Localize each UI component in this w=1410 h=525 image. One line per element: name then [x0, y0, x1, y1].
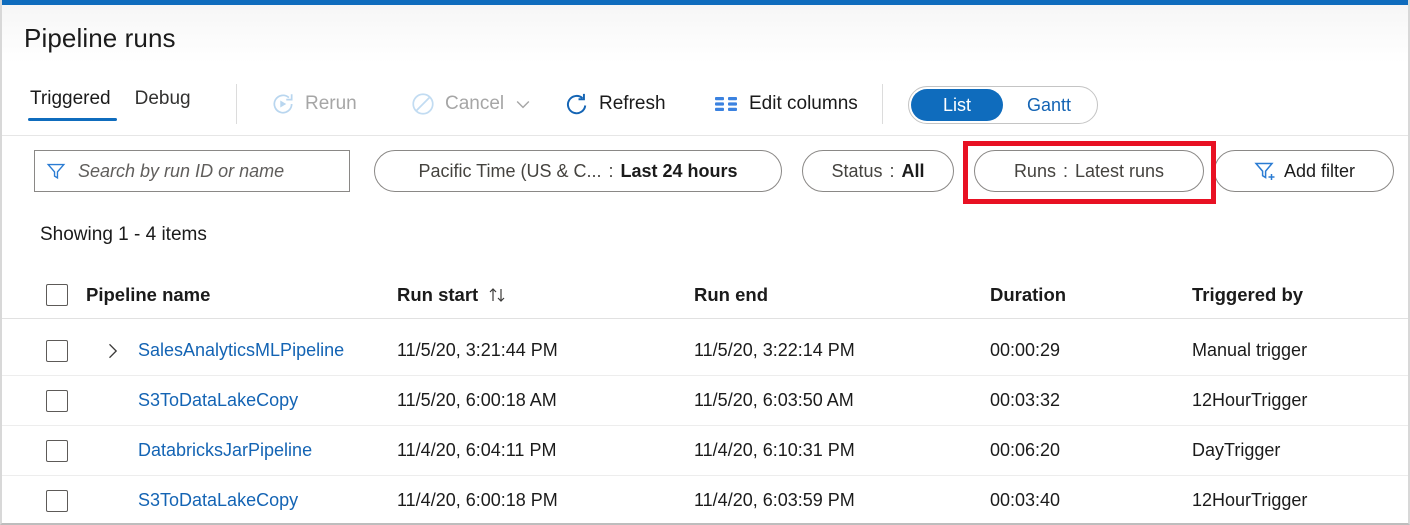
tab-list: Triggered Debug — [24, 80, 203, 121]
view-toggle-gantt-label: Gantt — [1026, 94, 1072, 115]
rerun-icon — [270, 91, 296, 117]
row-checkbox-cell — [46, 476, 68, 523]
triggered-by-value: DayTrigger — [1192, 440, 1281, 460]
add-filter-icon — [1253, 159, 1277, 183]
pipeline-runs-screen: Pipeline runs Triggered Debug Rerun Canc… — [0, 0, 1410, 525]
column-header-pipeline-name[interactable]: Pipeline name — [86, 272, 210, 318]
duration-value: 00:03:40 — [990, 490, 1061, 510]
view-toggle-gantt[interactable]: Gantt — [1003, 89, 1095, 121]
time-range-value: Last 24 hours — [620, 160, 738, 181]
row-checkbox[interactable] — [46, 439, 68, 462]
refresh-label: Refresh — [599, 93, 666, 114]
table-row[interactable]: SalesAnalyticsMLPipeline 11/5/20, 3:21:4… — [2, 326, 1408, 376]
run-start-value: 11/4/20, 6:00:18 PM — [397, 490, 558, 510]
row-checkbox-cell — [46, 376, 68, 425]
filter-funnel-icon — [45, 160, 67, 182]
view-mode-toggle: List Gantt — [908, 86, 1098, 124]
edit-columns-button[interactable]: Edit columns — [714, 86, 858, 122]
column-header-run-end[interactable]: Run end — [694, 272, 768, 318]
search-box — [34, 150, 350, 192]
pipeline-name-link[interactable]: SalesAnalyticsMLPipeline — [86, 326, 344, 375]
chevron-down-icon[interactable] — [513, 94, 533, 114]
runs-filter[interactable]: Runs : Latest runs — [974, 150, 1204, 192]
runs-value: Latest runs — [1074, 160, 1165, 181]
search-input[interactable] — [76, 159, 339, 183]
triggered-by-value: 12HourTrigger — [1192, 490, 1308, 510]
triggered-by-value: 12HourTrigger — [1192, 390, 1308, 410]
row-checkbox-cell — [46, 426, 68, 475]
cancel-label: Cancel — [445, 93, 505, 114]
row-checkbox[interactable] — [46, 389, 68, 412]
add-filter-label: Add filter — [1283, 160, 1356, 181]
tab-debug-label: Debug — [134, 88, 191, 109]
time-range-filter[interactable]: Pacific Time (US & C... : Last 24 hours — [374, 150, 782, 192]
status-sep: : — [889, 160, 895, 181]
command-bar: Triggered Debug Rerun Cancel Refresh Edi… — [2, 72, 1408, 136]
table-row[interactable]: S3ToDataLakeCopy 11/4/20, 6:00:18 PM 11/… — [2, 476, 1408, 523]
run-end-value: 11/5/20, 3:22:14 PM — [694, 340, 855, 360]
column-header-duration[interactable]: Duration — [990, 272, 1066, 318]
row-checkbox-cell — [46, 326, 68, 375]
tab-triggered[interactable]: Triggered — [24, 80, 123, 121]
pipeline-name-link[interactable]: S3ToDataLakeCopy — [86, 376, 298, 425]
showing-count: Showing 1 - 4 items — [40, 224, 207, 245]
table-row[interactable]: DatabricksJarPipeline 11/4/20, 6:04:11 P… — [2, 426, 1408, 476]
time-range-key: Pacific Time (US & C... — [418, 160, 602, 181]
tab-debug[interactable]: Debug — [129, 80, 203, 121]
runs-sep: : — [1062, 160, 1068, 181]
duration-value: 00:00:29 — [990, 340, 1061, 360]
cancel-button[interactable]: Cancel — [410, 86, 533, 122]
edit-columns-label: Edit columns — [749, 93, 858, 114]
row-checkbox[interactable] — [46, 489, 68, 512]
run-start-value: 11/4/20, 6:04:11 PM — [397, 440, 557, 460]
duration-value: 00:06:20 — [990, 440, 1061, 460]
view-toggle-list-label: List — [942, 94, 971, 115]
time-range-sep: : — [608, 160, 614, 181]
run-start-value: 11/5/20, 6:00:18 AM — [397, 390, 557, 410]
edit-columns-icon — [714, 93, 740, 115]
toolbar-divider-left — [236, 84, 237, 124]
refresh-icon — [564, 91, 590, 117]
duration-value: 00:03:32 — [990, 390, 1061, 410]
runs-key: Runs — [1013, 160, 1056, 181]
sort-arrows-icon[interactable] — [487, 285, 509, 305]
rerun-label: Rerun — [305, 93, 357, 114]
title-bar: Pipeline runs — [2, 5, 1408, 63]
table-header-row: Pipeline name Run start Run end Duration… — [2, 272, 1408, 319]
filter-bar: Pacific Time (US & C... : Last 24 hours … — [2, 148, 1408, 196]
table-row[interactable]: S3ToDataLakeCopy 11/5/20, 6:00:18 AM 11/… — [2, 376, 1408, 426]
page-title: Pipeline runs — [24, 23, 176, 53]
pipeline-name-link[interactable]: S3ToDataLakeCopy — [86, 476, 298, 523]
status-value: All — [901, 160, 925, 181]
toolbar-divider-right — [882, 84, 883, 124]
run-start-value: 11/5/20, 3:21:44 PM — [397, 340, 558, 360]
select-all-checkbox[interactable] — [46, 284, 68, 306]
row-checkbox[interactable] — [46, 339, 68, 362]
run-end-value: 11/4/20, 6:10:31 PM — [694, 440, 855, 460]
cancel-icon — [410, 91, 436, 117]
refresh-button[interactable]: Refresh — [564, 86, 666, 122]
column-header-run-start-label: Run start — [397, 284, 479, 305]
status-filter[interactable]: Status : All — [802, 150, 954, 192]
run-end-value: 11/5/20, 6:03:50 AM — [694, 390, 854, 410]
triggered-by-value: Manual trigger — [1192, 340, 1308, 360]
view-toggle-list[interactable]: List — [911, 89, 1003, 121]
add-filter-button[interactable]: Add filter — [1214, 150, 1394, 192]
run-end-value: 11/4/20, 6:03:59 PM — [694, 490, 855, 510]
rerun-button[interactable]: Rerun — [270, 86, 357, 122]
select-all-checkbox-cell — [46, 272, 68, 318]
pipeline-name-link[interactable]: DatabricksJarPipeline — [86, 426, 312, 475]
tab-triggered-label: Triggered — [30, 88, 111, 109]
column-header-run-start[interactable]: Run start — [397, 272, 509, 318]
status-key: Status — [831, 160, 883, 181]
column-header-triggered-by[interactable]: Triggered by — [1192, 272, 1303, 318]
